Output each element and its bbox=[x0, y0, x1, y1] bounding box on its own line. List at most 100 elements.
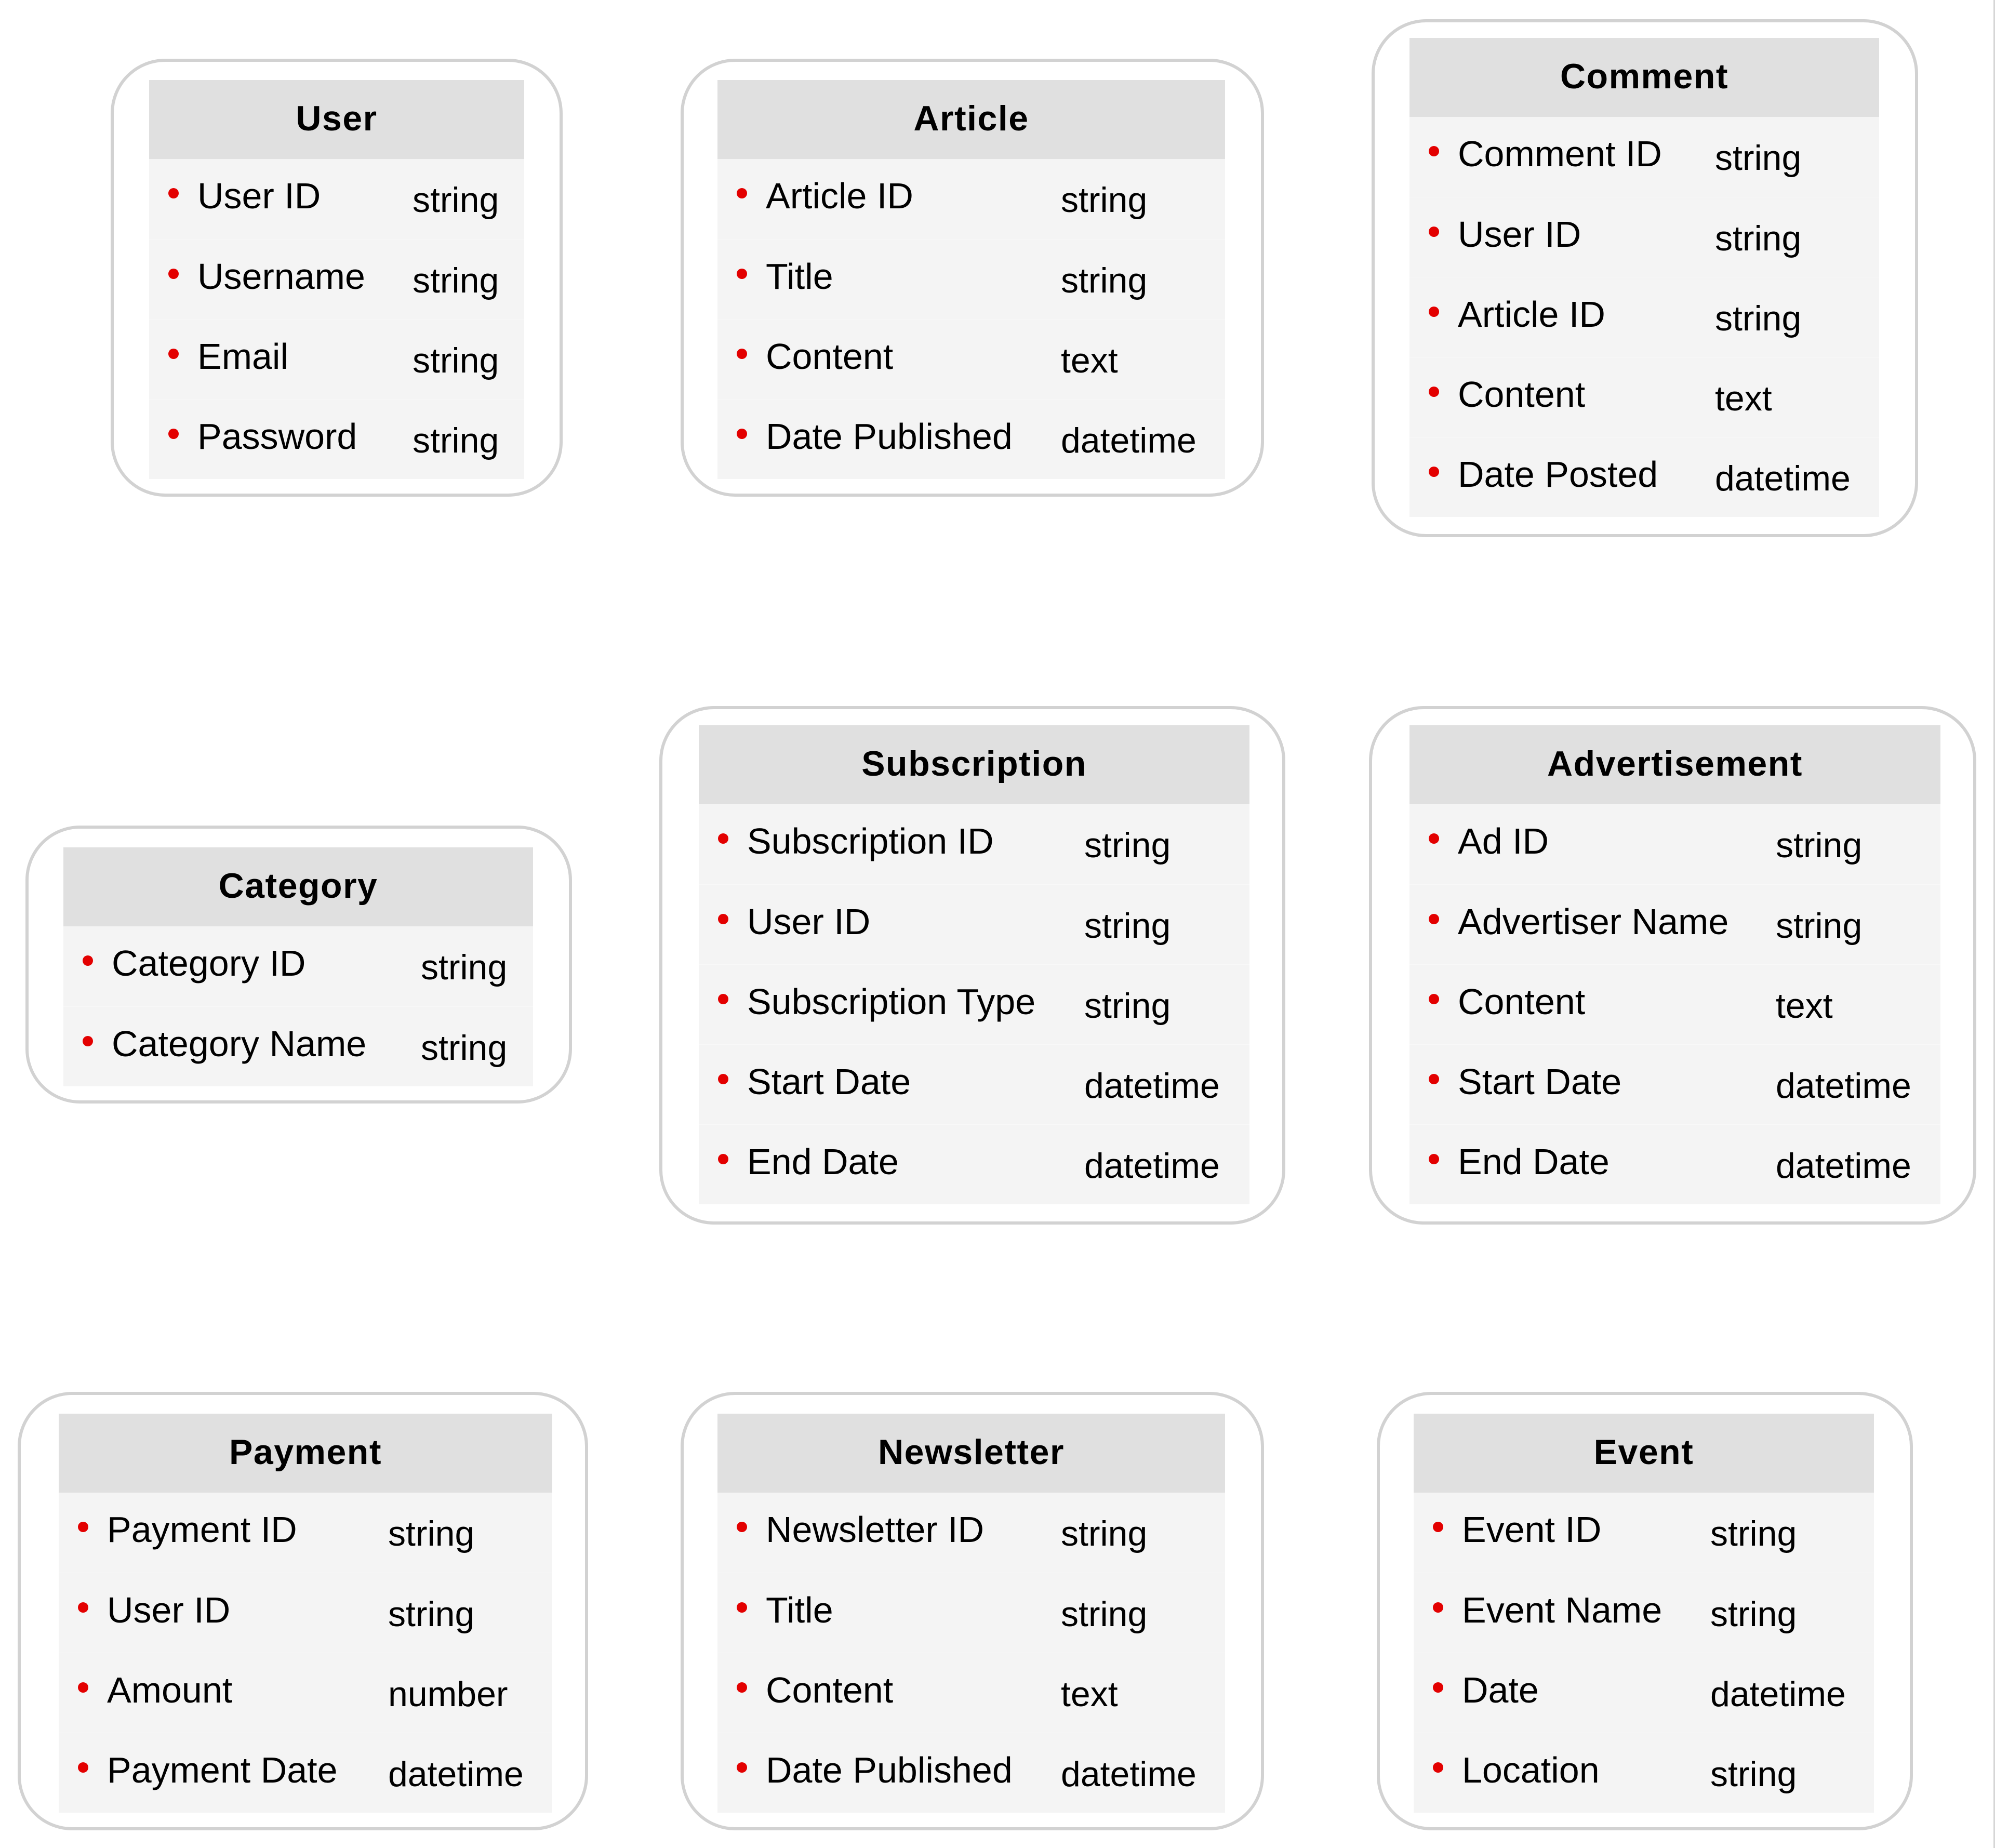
entity-article[interactable]: Article Article ID string Title string Conten… bbox=[681, 59, 1264, 497]
attribute-type: datetime bbox=[1084, 1146, 1220, 1186]
attribute-name: Content bbox=[766, 336, 894, 377]
entity-header: Article bbox=[717, 80, 1225, 159]
entity-header: Event bbox=[1414, 1414, 1874, 1493]
attribute-name: Subscription ID bbox=[747, 821, 994, 861]
attribute-row: Subscription Type string bbox=[699, 964, 1249, 1044]
attribute-type: string bbox=[1084, 826, 1171, 865]
bullet-dot-icon bbox=[718, 994, 728, 1004]
entity-comment[interactable]: Comment Comment ID string User ID string Arti… bbox=[1372, 19, 1918, 537]
attribute-name: Comment ID bbox=[1458, 134, 1662, 174]
entity-title: Comment bbox=[1560, 57, 1729, 96]
attribute-name: Category ID bbox=[112, 943, 306, 983]
attribute-name: User ID bbox=[1458, 214, 1581, 255]
entity-event[interactable]: Event Event ID string Event Name string Date d… bbox=[1377, 1392, 1913, 1830]
entity-header: Newsletter bbox=[717, 1414, 1225, 1493]
bullet-dot-icon bbox=[1429, 307, 1439, 317]
attribute-row: Newsletter ID string bbox=[717, 1493, 1225, 1573]
attribute-row: Username string bbox=[149, 239, 524, 319]
attribute-type: string bbox=[1715, 299, 1802, 338]
attribute-row: User ID string bbox=[149, 159, 524, 239]
entity-title: Newsletter bbox=[878, 1432, 1065, 1472]
bullet-dot-icon bbox=[168, 429, 179, 439]
attribute-row: Comment ID string bbox=[1409, 117, 1879, 197]
attribute-row: Payment Date datetime bbox=[59, 1733, 552, 1813]
bullet-dot-icon bbox=[1433, 1682, 1443, 1693]
attribute-type: string bbox=[1061, 1514, 1148, 1553]
attribute-type: text bbox=[1715, 379, 1772, 418]
attribute-name: Date Posted bbox=[1458, 454, 1658, 495]
bullet-dot-icon bbox=[737, 188, 747, 198]
entity-category[interactable]: Category Category ID string Category Name st… bbox=[25, 826, 572, 1104]
entity-user[interactable]: User User ID string Username string Email stri… bbox=[111, 59, 563, 497]
bullet-dot-icon bbox=[718, 1074, 728, 1084]
attribute-type: text bbox=[1061, 1674, 1118, 1714]
bullet-dot-icon bbox=[1429, 914, 1439, 924]
attribute-row: Date Posted datetime bbox=[1409, 437, 1879, 517]
attribute-type: datetime bbox=[1061, 421, 1196, 460]
bullet-dot-icon bbox=[1429, 467, 1439, 477]
attribute-name: Location bbox=[1462, 1750, 1600, 1790]
attribute-row: Content text bbox=[1409, 964, 1940, 1044]
entity-title: Subscription bbox=[861, 744, 1087, 783]
bullet-dot-icon bbox=[1429, 1154, 1439, 1164]
attribute-name: Password bbox=[197, 416, 357, 457]
bullet-dot-icon bbox=[78, 1602, 88, 1613]
attribute-name: Event ID bbox=[1462, 1509, 1602, 1550]
attribute-type: string bbox=[413, 421, 499, 460]
attribute-name: Event Name bbox=[1462, 1590, 1662, 1630]
attribute-row: Ad ID string bbox=[1409, 804, 1940, 884]
bullet-dot-icon bbox=[168, 349, 179, 359]
attribute-row: Advertiser Name string bbox=[1409, 884, 1940, 964]
bullet-dot-icon bbox=[1433, 1522, 1443, 1532]
attribute-row: Password string bbox=[149, 399, 524, 479]
attribute-name: User ID bbox=[107, 1590, 231, 1630]
attribute-row: Date Published datetime bbox=[717, 1733, 1225, 1813]
attribute-type: string bbox=[1715, 138, 1802, 178]
attribute-row: User ID string bbox=[699, 884, 1249, 964]
attribute-row: Event Name string bbox=[1414, 1573, 1874, 1653]
attribute-name: Username bbox=[197, 256, 365, 297]
attribute-row: Content text bbox=[717, 1653, 1225, 1733]
attribute-row: Date Published datetime bbox=[717, 399, 1225, 479]
bullet-dot-icon bbox=[1429, 387, 1439, 397]
attribute-type: string bbox=[1776, 826, 1863, 865]
attribute-name: Title bbox=[766, 1590, 833, 1630]
attribute-name: Article ID bbox=[766, 176, 913, 216]
entity-title: Event bbox=[1593, 1432, 1694, 1472]
attribute-name: End Date bbox=[747, 1141, 899, 1182]
attribute-type: datetime bbox=[1084, 1066, 1220, 1106]
bullet-dot-icon bbox=[718, 1154, 728, 1164]
entity-payment[interactable]: Payment Payment ID string User ID string Amou… bbox=[18, 1392, 588, 1830]
bullet-dot-icon bbox=[737, 429, 747, 439]
entity-advertisement[interactable]: Advertisement Ad ID string Advertiser Name s… bbox=[1369, 706, 1976, 1225]
attribute-type: text bbox=[1061, 341, 1118, 380]
attribute-row: Start Date datetime bbox=[1409, 1044, 1940, 1124]
attribute-name: User ID bbox=[197, 176, 321, 216]
attribute-type: text bbox=[1776, 986, 1833, 1026]
bullet-dot-icon bbox=[78, 1522, 88, 1532]
bullet-dot-icon bbox=[1429, 994, 1439, 1004]
attribute-name: Subscription Type bbox=[747, 981, 1036, 1022]
attribute-type: string bbox=[1776, 906, 1863, 946]
bullet-dot-icon bbox=[78, 1762, 88, 1773]
attribute-type: datetime bbox=[1776, 1066, 1911, 1106]
attribute-name: Date Published bbox=[766, 416, 1013, 457]
entity-header: Subscription bbox=[699, 725, 1249, 804]
entity-subscription[interactable]: Subscription Subscription ID string User ID… bbox=[659, 706, 1285, 1225]
attribute-name: Title bbox=[766, 256, 833, 297]
bullet-dot-icon bbox=[1433, 1762, 1443, 1773]
entity-table: Payment Payment ID string User ID string Amou… bbox=[59, 1414, 552, 1813]
entity-table: Advertisement Ad ID string Advertiser Name s… bbox=[1409, 725, 1940, 1204]
attribute-row: Email string bbox=[149, 319, 524, 399]
attribute-type: datetime bbox=[1061, 1754, 1196, 1794]
attribute-type: number bbox=[388, 1674, 508, 1714]
entity-newsletter[interactable]: Newsletter Newsletter ID string Title string… bbox=[681, 1392, 1264, 1830]
bullet-dot-icon bbox=[737, 1682, 747, 1693]
bullet-dot-icon bbox=[1429, 227, 1439, 237]
attribute-row: User ID string bbox=[1409, 197, 1879, 277]
entity-header: Payment bbox=[59, 1414, 552, 1493]
entity-header: Advertisement bbox=[1409, 725, 1940, 804]
entity-table: Newsletter Newsletter ID string Title string… bbox=[717, 1414, 1225, 1813]
bullet-dot-icon bbox=[168, 188, 179, 198]
entity-title: Advertisement bbox=[1547, 744, 1803, 783]
